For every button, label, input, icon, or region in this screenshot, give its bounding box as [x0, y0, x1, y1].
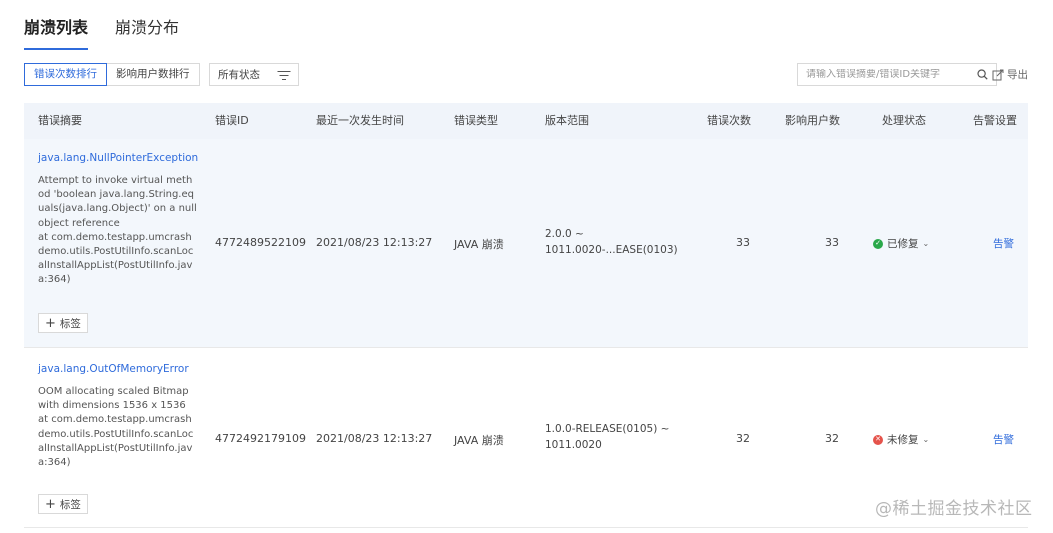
toolbar: 错误次数排行 影响用户数排行 所有状态 导出: [24, 63, 1029, 86]
status-filter-label: 所有状态: [218, 69, 260, 81]
watermark: @稀土掘金技术社区: [875, 499, 1033, 519]
col-error-id: 错误ID: [215, 114, 249, 127]
add-tag-button[interactable]: + 标签: [38, 313, 88, 333]
last-occurrence-time: 2021/08/23 12:13:27: [316, 236, 433, 249]
status-label: 已修复: [887, 238, 919, 250]
sort-by-error-count-button[interactable]: 错误次数排行: [24, 63, 107, 86]
add-tag-button[interactable]: + 标签: [38, 494, 88, 514]
last-occurrence-time: 2021/08/23 12:13:27: [316, 432, 433, 445]
col-last-time: 最近一次发生时间: [316, 114, 404, 127]
export-button[interactable]: 导出: [992, 67, 1028, 82]
alarm-link[interactable]: 告警: [993, 236, 1014, 251]
plus-icon: +: [45, 315, 56, 331]
error-message: Attempt to invoke virtual meth od 'boole…: [38, 175, 197, 286]
col-alarm-settings: 告警设置: [973, 114, 1017, 127]
plus-icon: +: [45, 496, 56, 512]
error-name-link[interactable]: java.lang.OutOfMemoryError: [38, 363, 189, 375]
affected-users: 33: [825, 236, 839, 249]
col-version-range: 版本范围: [545, 114, 589, 127]
error-id: 4772489522109: [215, 236, 306, 249]
col-error-type: 错误类型: [454, 114, 498, 127]
tab-bar: 崩溃列表 崩溃分布: [24, 14, 179, 50]
error-type: JAVA 崩溃: [454, 238, 504, 251]
col-error-summary: 错误摘要: [38, 114, 82, 127]
search-input[interactable]: [806, 69, 966, 80]
search-box: [797, 63, 997, 86]
chevron-down-icon: ⌄: [922, 435, 930, 444]
tab-crash-distribution[interactable]: 崩溃分布: [115, 14, 179, 50]
sort-segmented-control: 错误次数排行 影响用户数排行: [24, 63, 200, 86]
add-tag-label: 标签: [59, 498, 81, 511]
chevron-down-icon: ⌄: [922, 239, 930, 248]
sort-by-affected-users-button[interactable]: 影响用户数排行: [107, 63, 200, 86]
error-count: 33: [736, 236, 750, 249]
error-name-link[interactable]: java.lang.NullPointerException: [38, 152, 198, 164]
col-error-count: 错误次数: [707, 114, 751, 127]
add-tag-label: 标签: [59, 317, 81, 330]
export-icon: [992, 69, 1004, 80]
error-count: 32: [736, 432, 750, 445]
error-type: JAVA 崩溃: [454, 434, 504, 447]
error-id: 4772492179109: [215, 432, 306, 445]
col-affected-users: 影响用户数: [785, 114, 840, 127]
tab-crash-list[interactable]: 崩溃列表: [24, 14, 89, 50]
error-circle-icon: ✕: [873, 434, 883, 445]
table-row: java.lang.NullPointerException Attempt t…: [24, 139, 1028, 348]
status-dropdown[interactable]: ✓ 已修复 ⌄: [873, 236, 929, 251]
search-icon[interactable]: [977, 69, 988, 80]
status-label: 未修复: [887, 434, 919, 446]
alarm-link[interactable]: 告警: [993, 432, 1014, 447]
affected-users: 32: [825, 432, 839, 445]
version-range: 1.0.0-RELEASE(0105) ~ 1011.0020: [545, 423, 670, 451]
crash-table: 错误摘要 错误ID 最近一次发生时间 错误类型 版本范围 错误次数 影响用户数 …: [24, 103, 1028, 528]
status-filter-dropdown[interactable]: 所有状态: [209, 63, 299, 86]
error-message: OOM allocating scaled Bitmap with dimens…: [38, 386, 194, 469]
version-range: 2.0.0 ~ 1011.0020-...EASE(0103): [545, 228, 678, 256]
check-circle-icon: ✓: [873, 238, 883, 249]
col-status: 处理状态: [882, 114, 926, 127]
table-header: 错误摘要 错误ID 最近一次发生时间 错误类型 版本范围 错误次数 影响用户数 …: [24, 103, 1028, 139]
filter-icon: [277, 70, 290, 80]
status-dropdown[interactable]: ✕ 未修复 ⌄: [873, 432, 929, 447]
export-label: 导出: [1007, 69, 1028, 81]
